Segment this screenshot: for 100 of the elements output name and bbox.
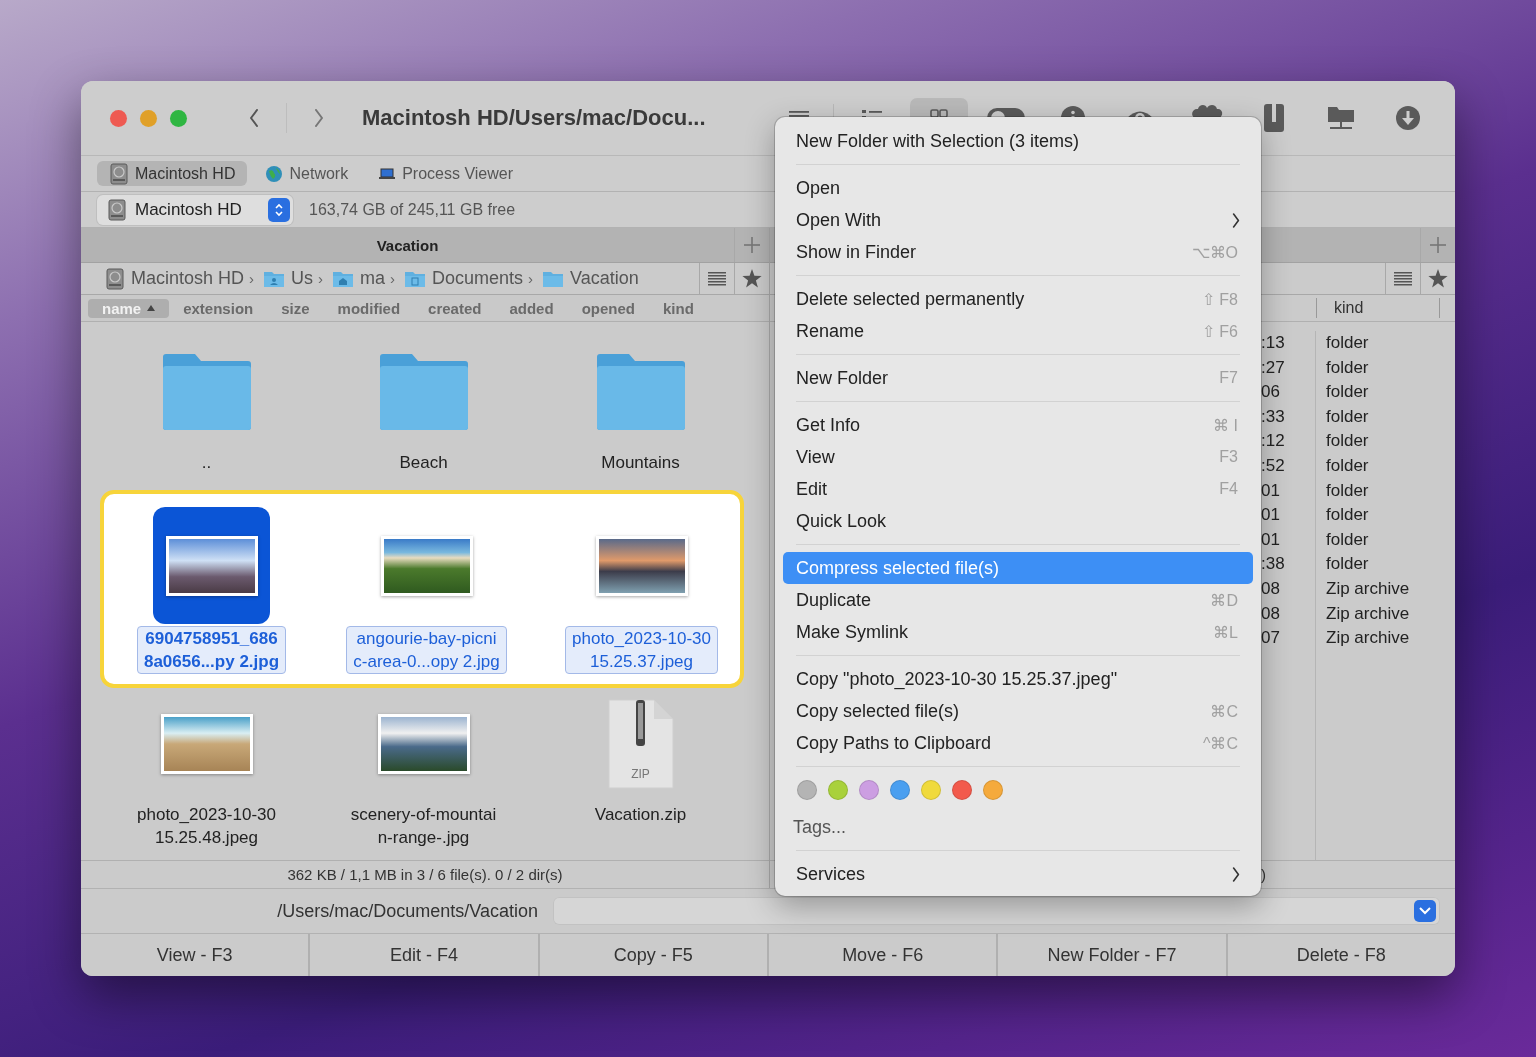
document-folder-icon	[404, 269, 427, 288]
file-name[interactable]: angourie-bay-picni c-area-0...opy 2.jpg	[346, 626, 507, 674]
menu-item[interactable]: Services	[783, 858, 1253, 890]
table-cell: 01	[1261, 529, 1280, 549]
table-cell: folder	[1326, 455, 1369, 475]
breadcrumb-item[interactable]: Documents	[404, 268, 524, 289]
menu-item[interactable]: Open	[783, 172, 1253, 204]
breadcrumb-item[interactable]: ma	[332, 268, 386, 289]
folder-icon	[594, 353, 687, 431]
menu-item[interactable]: Duplicate ⌘D	[783, 584, 1253, 616]
status-text: 362 KB / 1,1 MB in 3 / 6 file(s). 0 / 2 dir(s)	[81, 860, 769, 888]
home-folder-icon	[332, 269, 355, 288]
close-button[interactable]	[110, 109, 127, 127]
table-cell: 01	[1261, 480, 1280, 500]
function-key-button[interactable]: Edit - F4	[310, 934, 540, 976]
folder-icon	[377, 353, 470, 431]
download-icon[interactable]	[1395, 105, 1421, 131]
table-cell: 07	[1261, 628, 1280, 648]
table-cell: folder	[1326, 431, 1369, 451]
back-icon[interactable]	[249, 109, 259, 127]
hard-drive-icon	[109, 162, 129, 185]
function-key-button[interactable]: Delete - F8	[1227, 934, 1455, 976]
menu-item[interactable]: Copy selected file(s) ⌘C	[783, 695, 1253, 727]
star-icon	[742, 269, 762, 288]
hard-drive-icon	[107, 198, 127, 221]
file-name[interactable]: Mountains	[594, 450, 687, 475]
table-cell: folder	[1326, 505, 1369, 525]
tag-color-dot[interactable]	[983, 780, 1003, 800]
globe-icon	[265, 164, 284, 183]
tag-color-dot[interactable]	[859, 780, 879, 800]
menu-item[interactable]: New Folder with Selection (3 items)	[783, 125, 1253, 157]
menu-item[interactable]: Tags...	[783, 811, 1253, 843]
function-key-button[interactable]: New Folder - F7	[998, 934, 1228, 976]
file-name[interactable]: ..	[194, 450, 219, 475]
tab[interactable]: Process Viewer	[366, 161, 526, 186]
menu-item[interactable]: Copy Paths to Clipboard ^⌘C	[783, 727, 1253, 759]
file-name[interactable]: photo_2023-10-30 15.25.37.jpeg	[565, 626, 718, 674]
menu-item[interactable]: Show in Finder ⌥⌘O	[783, 236, 1253, 268]
zoom-button[interactable]	[170, 109, 187, 127]
table-cell: folder	[1326, 333, 1369, 352]
drive-selector[interactable]: Macintosh HD	[97, 194, 293, 225]
file-name[interactable]: Beach	[392, 450, 455, 475]
table-cell: :33	[1261, 406, 1285, 426]
column-header[interactable]: kind	[1316, 298, 1440, 318]
file-name[interactable]: 6904758951_686 8a0656...py 2.jpg	[136, 626, 287, 674]
file-name[interactable]: photo_2023-10-30 15.25.48.jpeg	[130, 802, 283, 850]
breadcrumb-separator: ›	[318, 270, 324, 287]
menu-item[interactable]: Quick Look	[783, 505, 1253, 537]
menu-item[interactable]: Delete selected permanently ⇧ F8	[783, 283, 1253, 315]
tag-color-dot[interactable]	[797, 780, 817, 800]
plus-icon	[743, 236, 761, 254]
menu-item[interactable]: Edit F4	[783, 473, 1253, 505]
file-name[interactable]: scenery-of-mountai n-range-.jpg	[343, 802, 504, 850]
tag-color-dot[interactable]	[890, 780, 910, 800]
breadcrumb-item[interactable]: Vacation	[542, 268, 639, 289]
tab[interactable]: Network	[253, 161, 361, 186]
zip-file-icon[interactable]	[607, 699, 674, 789]
menu-item[interactable]: Rename ⇧ F6	[783, 315, 1253, 347]
table-cell: folder	[1326, 480, 1369, 500]
forward-icon[interactable]	[314, 109, 324, 127]
menu-item[interactable]: Get Info ⌘ I	[783, 409, 1253, 441]
table-cell: folder	[1326, 382, 1369, 402]
table-cell: folder	[1326, 406, 1369, 426]
table-cell: :52	[1261, 455, 1285, 475]
function-key-button[interactable]: Copy - F5	[539, 934, 769, 976]
tab[interactable]: Macintosh HD	[97, 161, 248, 186]
table-cell: :38	[1261, 554, 1285, 574]
list-lines-icon	[708, 270, 726, 287]
dropdown-chevron-icon[interactable]	[1419, 907, 1431, 915]
panel-title: Vacation	[375, 236, 440, 254]
window-title: Macintosh HD/Users/mac/Docu...	[362, 105, 706, 131]
menu-item[interactable]: Open With	[783, 204, 1253, 236]
table-cell: 08	[1261, 603, 1280, 623]
user-folder-icon	[263, 269, 286, 288]
menu-item[interactable]: Copy "photo_2023-10-30 15.25.37.jpeg"	[783, 663, 1253, 695]
table-cell: :13	[1261, 333, 1285, 352]
table-cell: :12	[1261, 431, 1285, 451]
menu-item[interactable]: New Folder F7	[783, 362, 1253, 394]
sort-arrow-icon	[147, 305, 156, 311]
archive-icon[interactable]	[1262, 103, 1286, 133]
file-type-label: ZIP	[630, 767, 651, 781]
breadcrumb-item[interactable]: Us	[263, 268, 314, 289]
tag-color-dot[interactable]	[828, 780, 848, 800]
tag-color-dot[interactable]	[952, 780, 972, 800]
command-input[interactable]	[553, 897, 1440, 925]
file-name[interactable]: Vacation.zip	[587, 802, 694, 827]
menu-item[interactable]: Make Symlink ⌘L	[783, 616, 1253, 648]
breadcrumb-item[interactable]: Macintosh HD	[105, 267, 245, 290]
tag-color-dot[interactable]	[921, 780, 941, 800]
function-key-button[interactable]: Move - F6	[769, 934, 999, 976]
table-cell: :27	[1261, 357, 1285, 377]
table-cell: Zip archive	[1326, 578, 1410, 598]
table-cell: 01	[1261, 505, 1280, 525]
menu-item[interactable]: View F3	[783, 441, 1253, 473]
network-folder-icon[interactable]	[1327, 104, 1355, 132]
table-cell: 08	[1261, 578, 1280, 598]
plus-icon	[1429, 236, 1447, 254]
function-key-button[interactable]: View - F3	[81, 934, 311, 976]
laptop-icon	[378, 166, 397, 181]
minimize-button[interactable]	[140, 109, 157, 127]
